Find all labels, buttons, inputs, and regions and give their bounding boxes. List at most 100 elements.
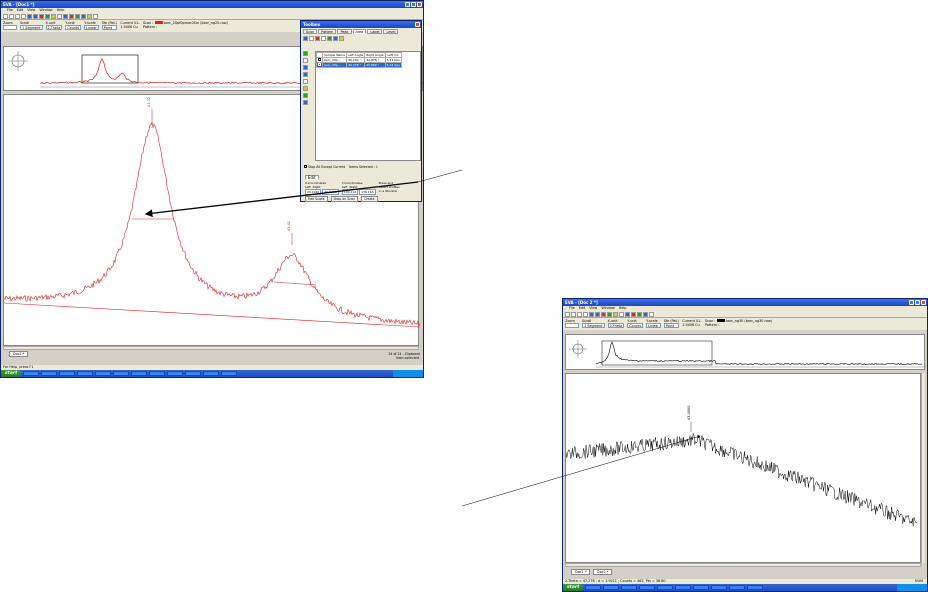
task-item[interactable]	[131, 371, 148, 376]
y-left-input[interactable]: 100.114	[341, 189, 359, 195]
new-icon[interactable]	[565, 312, 570, 317]
close-icon[interactable]	[415, 22, 420, 27]
y-right-input[interactable]: 136.163	[359, 189, 376, 195]
menu-window[interactable]: Window	[601, 306, 614, 311]
export-icon[interactable]	[339, 36, 344, 41]
task-item[interactable]	[729, 585, 746, 590]
tool-b-icon[interactable]	[637, 312, 642, 317]
task-item[interactable]	[77, 371, 94, 376]
copy-icon[interactable]	[321, 36, 326, 41]
side-tool-icon[interactable]	[303, 72, 308, 77]
pattern-icon[interactable]	[595, 312, 600, 317]
side-tool-icon[interactable]	[303, 86, 308, 91]
edit-scans-button[interactable]: Edit Scans	[305, 196, 328, 202]
stop-all-checkbox[interactable]	[304, 165, 307, 168]
menu-view[interactable]: View	[27, 8, 35, 13]
start-button[interactable]: start	[563, 584, 584, 591]
tool-c-icon[interactable]	[643, 312, 648, 317]
close-icon[interactable]	[921, 300, 926, 305]
right-title-bar[interactable]: EVA - [Doc 2 *]	[563, 299, 927, 306]
xunit-select[interactable]: 2-Theta	[45, 25, 63, 30]
minimize-icon[interactable]	[405, 2, 410, 7]
table-icon[interactable]	[333, 36, 338, 41]
tool-b-icon[interactable]	[75, 14, 80, 19]
side-tool-icon[interactable]	[303, 65, 308, 70]
zoom-slider[interactable]	[3, 25, 17, 30]
tool-a-icon[interactable]	[69, 14, 74, 19]
start-button[interactable]: start	[1, 370, 22, 377]
vertical-scrollbar[interactable]	[921, 373, 925, 563]
search-match-icon[interactable]	[63, 14, 68, 19]
task-item[interactable]	[657, 585, 674, 590]
col-left-angle[interactable]: Left Angle	[346, 52, 366, 58]
task-item[interactable]	[711, 585, 728, 590]
doc1-tab[interactable]: Doc1 *	[571, 569, 591, 575]
help-icon[interactable]	[93, 14, 98, 19]
task-item[interactable]	[23, 371, 40, 376]
close-icon[interactable]	[417, 2, 422, 7]
side-tool-icon[interactable]	[303, 93, 308, 98]
search-match-icon[interactable]	[625, 312, 630, 317]
table-row[interactable]: barc_20p... 43.378 ° 45.960 ° 5.14 Cps	[316, 62, 402, 68]
print-icon[interactable]	[21, 14, 26, 19]
x-left-input[interactable]: 43.1942	[305, 189, 322, 195]
menu-help[interactable]: Help	[57, 8, 65, 13]
drop-on-scan-button[interactable]: Drop on Scan	[330, 196, 359, 202]
task-item[interactable]	[221, 371, 238, 376]
chart-icon[interactable]	[327, 36, 332, 41]
yunit-select[interactable]: Counts	[627, 323, 644, 328]
zoom-tool-icon[interactable]	[619, 312, 624, 317]
sfe-select[interactable]: Point	[663, 323, 680, 328]
yscale-select[interactable]: Linear	[646, 323, 661, 328]
save-icon[interactable]	[15, 14, 20, 19]
yunit-select[interactable]: Counts	[65, 25, 82, 30]
scroll-select[interactable]: 1 Segment	[582, 323, 605, 328]
help-icon[interactable]	[649, 312, 654, 317]
stop-all-checkbox-wrap[interactable]: Stop All Except Current	[304, 165, 345, 169]
task-item[interactable]	[693, 585, 710, 590]
task-item[interactable]	[59, 371, 76, 376]
scan-icon[interactable]	[589, 312, 594, 317]
select-icon[interactable]	[303, 36, 308, 41]
tool-a-icon[interactable]	[631, 312, 636, 317]
scroll-select[interactable]: 1 Segment	[20, 25, 43, 30]
side-tool-icon[interactable]	[303, 51, 308, 56]
delete-icon[interactable]	[315, 36, 320, 41]
right-overview-panel[interactable]	[565, 334, 926, 370]
edit-tab[interactable]: Edit	[305, 175, 319, 180]
overview-zoom-box[interactable]	[81, 54, 139, 84]
open-icon[interactable]	[571, 312, 576, 317]
task-item[interactable]	[747, 585, 764, 590]
task-item[interactable]	[167, 371, 184, 376]
label-icon[interactable]	[613, 312, 618, 317]
tool-d-icon[interactable]	[87, 14, 92, 19]
task-item[interactable]	[41, 371, 58, 376]
task-item[interactable]	[203, 371, 220, 376]
menu-file[interactable]: File	[7, 8, 13, 13]
table-row[interactable]: barc_20p... 36.169 ° 42.978 ° 5.11 Cps	[316, 57, 402, 63]
yscale-select[interactable]: Linear	[84, 25, 99, 30]
task-item[interactable]	[185, 371, 202, 376]
move-icon[interactable]	[309, 36, 314, 41]
tab-scan[interactable]: Scan	[303, 29, 318, 34]
menu-edit[interactable]: Edit	[579, 306, 586, 311]
tab-pattern[interactable]: Pattern	[318, 29, 337, 34]
peak-icon[interactable]	[39, 14, 44, 19]
maximize-icon[interactable]	[411, 2, 416, 7]
scan-icon[interactable]	[27, 14, 32, 19]
task-item[interactable]	[113, 371, 130, 376]
pattern-icon[interactable]	[33, 14, 38, 19]
tab-level[interactable]: Level	[383, 29, 399, 34]
maximize-icon[interactable]	[915, 300, 920, 305]
area-icon[interactable]	[45, 14, 50, 19]
sfe-select[interactable]: Point	[101, 25, 118, 30]
tab-area[interactable]: Area	[352, 29, 367, 34]
tab-label[interactable]: Label	[367, 29, 383, 34]
horizontal-scrollbar[interactable]	[3, 346, 419, 350]
menu-view[interactable]: View	[589, 306, 597, 311]
zoom-slider[interactable]	[565, 323, 579, 328]
doc1-tab[interactable]: Doc1 *	[9, 351, 29, 357]
x-right-input[interactable]: 49.5605	[322, 189, 339, 195]
peak-icon[interactable]	[601, 312, 606, 317]
task-item[interactable]	[585, 585, 602, 590]
